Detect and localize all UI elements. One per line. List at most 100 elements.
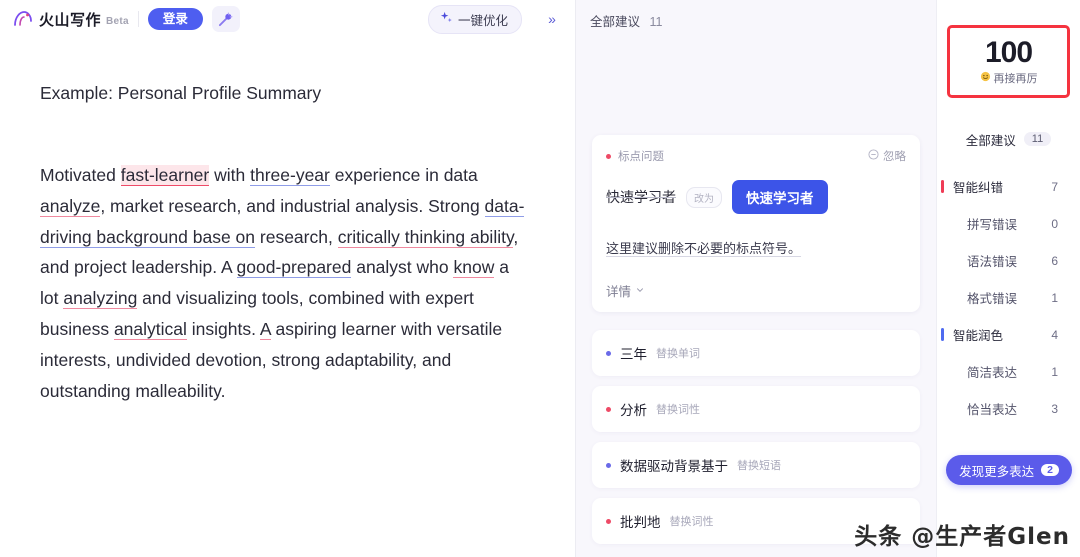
brand: 火山写作 Beta <box>12 8 129 30</box>
replacement-row: 快速学习者 改为 快速学习者 <box>606 180 906 214</box>
beta-tag: Beta <box>106 15 129 27</box>
optimize-label: 一键优化 <box>457 13 508 28</box>
text-mark-blue-underline[interactable]: good-prepared <box>236 257 352 279</box>
suggestion-detail-toggle[interactable]: 详情 <box>606 281 906 300</box>
sparkle-icon <box>440 11 453 27</box>
document-paragraph: Motivated fast-learner with three-year e… <box>40 165 525 401</box>
category-count: 0 <box>1051 216 1058 231</box>
suggestion-row-word: 分析 <box>620 403 647 418</box>
suggestion-row[interactable]: 三年 替换单词 <box>592 330 920 376</box>
text-mark-red-underline[interactable]: know <box>453 257 495 279</box>
suggestions-header-count: 11 <box>649 15 663 29</box>
detail-label: 详情 <box>606 285 632 299</box>
text-mark-red-underline[interactable]: analyzing <box>63 288 138 310</box>
suggestion-row-word: 批判地 <box>620 515 661 530</box>
volcano-logo-icon <box>12 8 34 30</box>
category-name: 恰当表达 <box>967 403 1018 417</box>
category-name: 智能润色 <box>953 329 1004 343</box>
category-name: 格式错误 <box>967 292 1018 306</box>
category-count: 4 <box>1051 327 1058 342</box>
editor-pane: 火山写作 Beta 登录 一键优化 » Example: Personal Pr… <box>0 0 576 557</box>
category-item-group[interactable]: 智能润色 4 <box>937 316 1080 353</box>
category-item-sub[interactable]: 语法错误 6 <box>937 242 1080 279</box>
text-mark-red-underline[interactable]: analytical <box>113 318 187 340</box>
text-mark-blue-underline[interactable]: three-year <box>250 165 330 186</box>
suggestion-tag: 标点问题 <box>606 148 664 164</box>
category-count: 1 <box>1051 290 1058 305</box>
category-item-sub[interactable]: 恰当表达 3 <box>937 390 1080 427</box>
status-dot-icon <box>606 406 611 412</box>
category-count: 7 <box>1051 179 1058 194</box>
category-name: 语法错误 <box>967 255 1018 269</box>
chevron-down-icon <box>635 284 645 298</box>
discover-label: 发现更多表达 <box>959 464 1035 479</box>
magic-wand-icon[interactable] <box>211 6 240 32</box>
category-item-sub[interactable]: 简洁表达 1 <box>937 353 1080 390</box>
category-item-sub[interactable]: 拼写错误 0 <box>937 205 1080 242</box>
category-item-sub[interactable]: 格式错误 1 <box>937 279 1080 316</box>
suggestion-row-action: 替换单词 <box>656 348 700 360</box>
suggestion-row[interactable]: 分析 替换词性 <box>592 386 920 432</box>
toolbar-divider <box>137 11 139 27</box>
score-pane: 100 再接再厉 全部建议 11 智能纠错 7 拼写错误 0 语法错误 6 格式错误 1 智能润… <box>936 0 1080 557</box>
document-body[interactable]: Example: Personal Profile Summary Motiva… <box>0 38 575 406</box>
category-list: 智能纠错 7 拼写错误 0 语法错误 6 格式错误 1 智能润色 4 简洁表达 1 恰当表达 3 <box>937 168 1080 427</box>
category-color-bar <box>941 328 944 341</box>
suggestion-row-word: 数据驱动背景基于 <box>620 459 728 474</box>
smiley-icon <box>980 71 991 85</box>
category-color-bar <box>941 180 944 193</box>
brand-name: 火山写作 <box>39 11 102 29</box>
score-card: 100 再接再厉 <box>947 25 1070 98</box>
document-title: Example: Personal Profile Summary <box>40 83 322 103</box>
text-mark-red-underline[interactable]: A <box>259 318 271 340</box>
suggestions-list: 标点问题 忽略 快速学习者 改为 快速学习者 这里建议删除不必要的标点符号。 详… <box>576 30 936 544</box>
category-count: 1 <box>1051 364 1058 379</box>
ignore-button[interactable]: 忽略 <box>868 148 906 164</box>
minus-circle-icon <box>868 149 879 163</box>
original-word: 快速学习者 <box>606 189 676 205</box>
app-root: 火山写作 Beta 登录 一键优化 » Example: Personal Pr… <box>0 0 1080 557</box>
text-mark-red-underline[interactable]: analyze <box>40 195 101 217</box>
apply-replacement-button[interactable]: 快速学习者 <box>732 180 828 214</box>
status-dot-icon <box>606 462 611 468</box>
score-subtitle-text: 再接再厉 <box>993 72 1038 85</box>
discover-badge: 2 <box>1041 464 1059 476</box>
suggestion-row-action: 替换词性 <box>656 404 700 416</box>
suggestion-description: 这里建议删除不必要的标点符号。 <box>606 241 802 256</box>
status-dot-icon <box>606 153 611 159</box>
login-button[interactable]: 登录 <box>147 7 203 31</box>
suggestions-pane: 全部建议 11 标点问题 忽略 快速学习者 改为 快速学习者 这里建议删除不必要… <box>576 0 936 557</box>
suggestion-row[interactable]: 数据驱动背景基于 替换短语 <box>592 442 920 488</box>
watermark: 头条 @生产者Glen <box>854 524 1070 550</box>
editor-toolbar: 火山写作 Beta 登录 一键优化 » <box>0 0 575 38</box>
suggestion-row-action: 替换短语 <box>737 460 781 472</box>
score-number-text: 100 <box>984 35 1033 69</box>
suggestion-tag-label: 标点问题 <box>618 151 664 163</box>
suggestion-card-active[interactable]: 标点问题 忽略 快速学习者 改为 快速学习者 这里建议删除不必要的标点符号。 详… <box>592 135 920 312</box>
category-item-group[interactable]: 智能纠错 7 <box>937 168 1080 205</box>
replace-arrow-label: 改为 <box>686 186 722 208</box>
suggestions-header: 全部建议 11 <box>576 0 936 30</box>
ignore-label: 忽略 <box>883 151 906 163</box>
suggestion-rows: 三年 替换单词 分析 替换词性 数据驱动背景基于 替换短语 批判地 替换词性 <box>592 330 920 544</box>
category-count: 3 <box>1051 401 1058 416</box>
score-value: 100 <box>980 35 1037 69</box>
status-dot-icon <box>606 350 611 356</box>
category-name: 拼写错误 <box>967 218 1018 232</box>
suggestions-header-label: 全部建议 <box>590 15 641 29</box>
category-name: 智能纠错 <box>953 181 1004 195</box>
category-all-suggestions[interactable]: 全部建议 11 <box>937 124 1080 154</box>
category-name: 简洁表达 <box>967 366 1018 380</box>
chevron-double-right-icon[interactable]: » <box>539 7 565 31</box>
discover-more-button[interactable]: 发现更多表达 2 <box>946 455 1072 485</box>
suggestion-card-header: 标点问题 忽略 <box>606 148 906 164</box>
text-mark-red-underline[interactable]: critically thinking ability <box>337 226 514 248</box>
suggestion-row-word: 三年 <box>620 347 647 362</box>
category-all-count: 11 <box>1023 132 1052 146</box>
category-count: 6 <box>1051 253 1058 268</box>
status-dot-icon <box>606 518 611 524</box>
category-all-label: 全部建议 <box>965 133 1016 148</box>
text-mark-red-highlight[interactable]: fast-learner <box>120 165 210 186</box>
score-subtitle: 再接再厉 <box>980 70 1038 86</box>
one-click-optimize-button[interactable]: 一键优化 <box>427 4 522 34</box>
